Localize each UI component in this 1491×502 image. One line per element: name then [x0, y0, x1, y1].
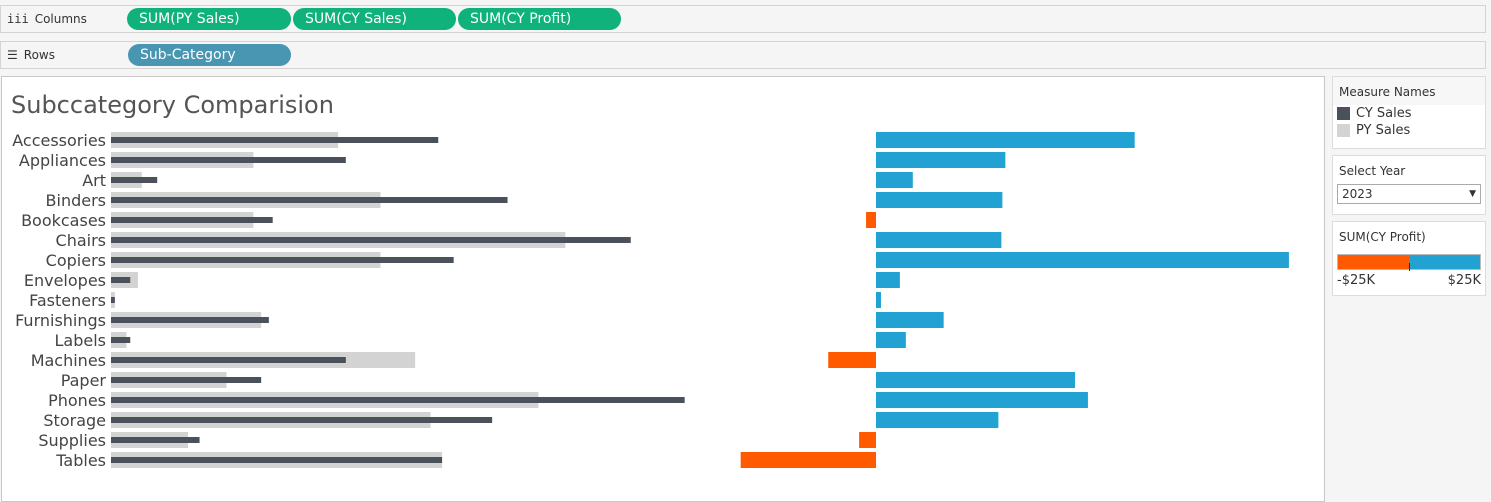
columns-shelf: iii Columns SUM(PY Sales) SUM(CY Sales) … [0, 5, 1486, 33]
bar-cy-sales-storage [111, 417, 493, 423]
legend-swatch-py [1337, 124, 1350, 137]
category-label-appliances: Appliances [19, 151, 106, 170]
bar-cy-sales-art [111, 177, 158, 183]
bar-cy-profit-binders [876, 192, 1003, 208]
bar-cy-sales-chairs [111, 237, 631, 243]
bar-cy-profit-furnishings [876, 312, 944, 328]
legend-label-cy: CY Sales [1356, 106, 1412, 121]
year-filter-card: Select Year 2023 ▼ [1332, 155, 1486, 215]
category-label-bookcases: Bookcases [21, 211, 106, 230]
bar-cy-profit-labels [876, 332, 906, 348]
category-label-tables: Tables [55, 451, 106, 470]
columns-icon: iii [7, 12, 29, 26]
year-dropdown[interactable]: 2023 ▼ [1337, 184, 1481, 204]
category-label-paper: Paper [61, 371, 107, 390]
bar-cy-profit-appliances [876, 152, 1006, 168]
bar-cy-sales-copiers [111, 257, 454, 263]
rows-label: Rows [23, 48, 55, 62]
bar-cy-sales-machines [111, 357, 346, 363]
bar-cy-profit-bookcases [866, 212, 876, 228]
bar-cy-profit-machines [828, 352, 876, 368]
bar-cy-sales-supplies [111, 437, 200, 443]
bar-cy-profit-chairs [876, 232, 1002, 248]
bar-cy-sales-labels [111, 337, 131, 343]
bar-cy-sales-accessories [111, 137, 439, 143]
bar-cy-sales-paper [111, 377, 262, 383]
legend-item-cy-sales[interactable]: CY Sales [1333, 105, 1485, 122]
chart-svg: AccessoriesAppliancesArtBindersBookcases… [12, 131, 1289, 470]
profit-color-ramp [1337, 254, 1481, 271]
bar-cy-profit-supplies [859, 432, 876, 448]
profit-scale-title: SUM(CY Profit) [1339, 230, 1426, 244]
category-label-supplies: Supplies [38, 431, 106, 450]
profit-ramp-positive [1409, 255, 1480, 269]
bar-cy-sales-fasteners [111, 297, 115, 303]
profit-scale-labels: -$25K $25K [1333, 270, 1485, 288]
bar-cy-sales-furnishings [111, 317, 269, 323]
bar-cy-profit-storage [876, 412, 999, 428]
legend-item-py-sales[interactable]: PY Sales [1333, 122, 1485, 139]
category-label-machines: Machines [31, 351, 106, 370]
pill-sub-category[interactable]: Sub-Category [128, 44, 291, 66]
bar-cy-sales-binders [111, 197, 508, 203]
columns-shelf-label: iii Columns [7, 6, 87, 32]
category-label-labels: Labels [55, 331, 107, 350]
bar-cy-profit-envelopes [876, 272, 900, 288]
category-label-art: Art [82, 171, 106, 190]
pill-py-sales[interactable]: SUM(PY Sales) [127, 8, 291, 30]
category-label-furnishings: Furnishings [15, 311, 106, 330]
profit-scale-max: $25K [1447, 273, 1481, 288]
legend-title: Measure Names [1333, 77, 1485, 105]
category-label-copiers: Copiers [46, 251, 106, 270]
profit-ramp-zero-marker [1409, 263, 1410, 271]
category-label-phones: Phones [48, 391, 106, 410]
legend-card: Measure Names CY Sales PY Sales [1332, 76, 1486, 149]
category-label-accessories: Accessories [12, 131, 106, 150]
pill-cy-sales[interactable]: SUM(CY Sales) [293, 8, 456, 30]
legend-label-py: PY Sales [1356, 123, 1411, 138]
bar-cy-profit-paper [876, 372, 1075, 388]
profit-scale-card: SUM(CY Profit) -$25K $25K [1332, 221, 1486, 296]
rows-shelf: ☰ Rows Sub-Category [0, 41, 1486, 69]
rows-shelf-label: ☰ Rows [7, 42, 55, 68]
chart-view: Subccategory Comparision Accessories Appl… [1, 76, 1325, 502]
pill-cy-profit[interactable]: SUM(CY Profit) [458, 8, 621, 30]
bar-cy-sales-appliances [111, 157, 346, 163]
rows-icon: ☰ [7, 48, 18, 62]
bar-cy-sales-phones [111, 397, 685, 403]
bar-cy-profit-accessories [876, 132, 1135, 148]
legend-swatch-cy [1337, 107, 1350, 120]
category-label-binders: Binders [46, 191, 106, 210]
bar-cy-profit-tables [740, 452, 876, 468]
columns-label: Columns [34, 12, 87, 26]
chevron-down-icon[interactable]: ▼ [1469, 185, 1476, 203]
bar-cy-sales-envelopes [111, 277, 131, 283]
profit-ramp-negative [1338, 255, 1409, 269]
year-dropdown-value: 2023 [1342, 187, 1373, 201]
category-label-envelopes: Envelopes [24, 271, 106, 290]
bar-cy-profit-phones [876, 392, 1088, 408]
category-label-storage: Storage [43, 411, 106, 430]
category-label-chairs: Chairs [56, 231, 106, 250]
year-filter-title: Select Year [1339, 164, 1406, 178]
bar-cy-sales-tables [111, 457, 443, 463]
category-label-fasteners: Fasteners [29, 291, 106, 310]
bar-cy-profit-fasteners [876, 292, 881, 308]
bar-cy-profit-art [876, 172, 913, 188]
bar-cy-sales-bookcases [111, 217, 273, 223]
profit-scale-min: -$25K [1337, 273, 1376, 288]
bar-cy-profit-copiers [876, 252, 1289, 268]
